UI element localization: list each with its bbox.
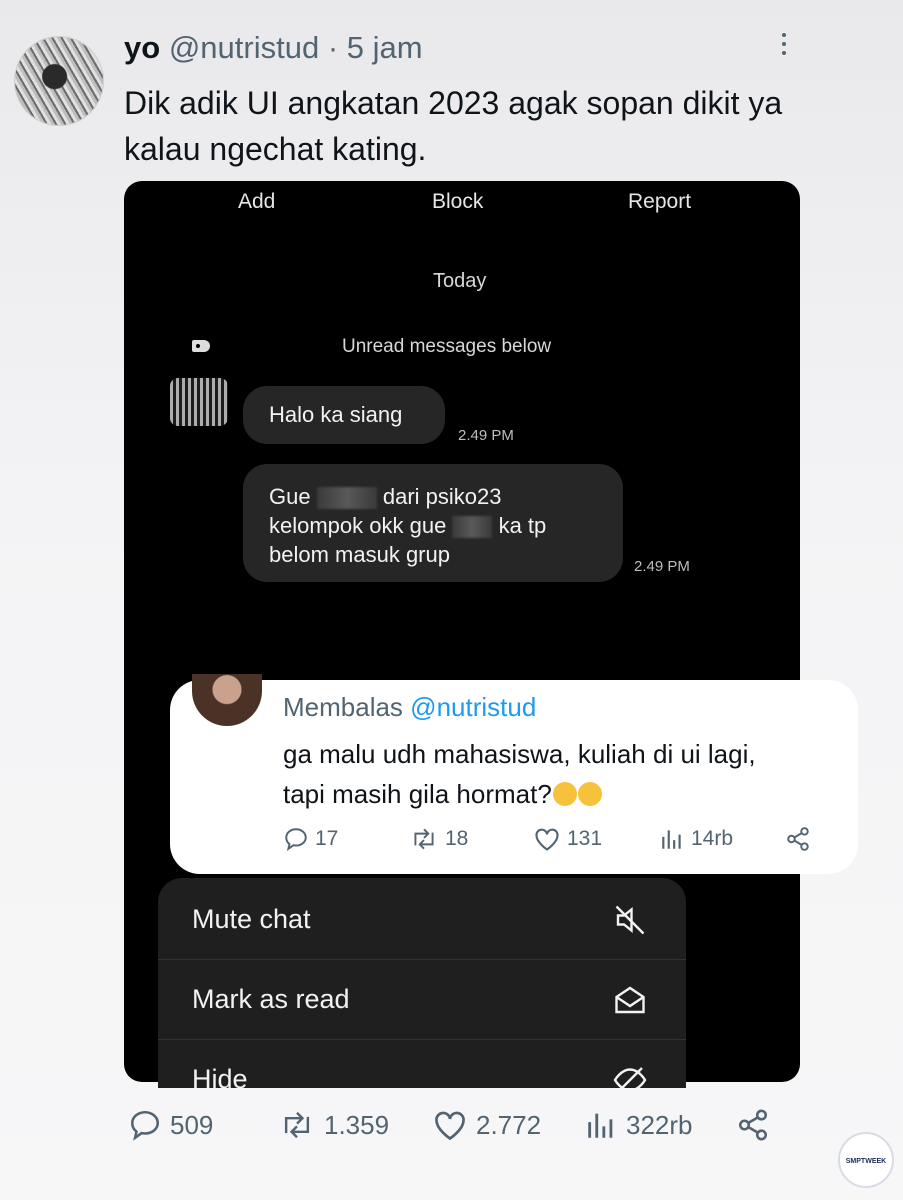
rofl-emoji-icon (552, 782, 577, 806)
share-icon (738, 1109, 768, 1141)
menu-item-hide: Hide (158, 1040, 686, 1088)
more-options-icon[interactable] (772, 28, 796, 68)
rofl-emoji-icon (577, 782, 602, 806)
like-count[interactable]: 131 (533, 826, 602, 852)
view-count-value: 14rb (691, 827, 734, 850)
header-separator: · (327, 30, 339, 65)
reply-icon (130, 1110, 160, 1141)
views-icon (662, 830, 681, 849)
like-count-value: 2.772 (476, 1109, 542, 1140)
repost-button[interactable]: 1.359 (278, 1108, 389, 1142)
message-text-part: Gue (269, 484, 311, 509)
reply-line: tapi masih gila hormat? (283, 779, 552, 809)
replying-to-mention[interactable]: @nutristud (410, 692, 536, 722)
message-text-part: kelompok okk gue (269, 513, 447, 538)
menu-item-mark-as-read: Mark as read (158, 960, 686, 1040)
reply-author-avatar[interactable] (192, 674, 262, 726)
hide-icon (613, 1067, 647, 1088)
repost-icon (284, 1111, 310, 1139)
views-button[interactable]: 322rb (584, 1108, 693, 1142)
block-button: Block (432, 190, 484, 213)
unread-label: Unread messages below (342, 336, 552, 357)
quoted-reply-card[interactable]: Membalas @nutristud ga malu udh mahasisw… (170, 674, 858, 874)
repost-count[interactable]: 18 (409, 826, 468, 852)
message-text-part: belom masuk grup (269, 542, 450, 567)
date-divider: Today (433, 270, 487, 292)
reply-count-value: 17 (315, 827, 339, 850)
message-time: 2.49 PM (458, 427, 514, 444)
repost-count-value: 1.359 (324, 1109, 390, 1140)
menu-item-mute-chat: Mute chat (158, 880, 686, 960)
envelope-open-icon (615, 986, 645, 1014)
message-bubble: Gue dari psiko23 kelompok okk gue ka tp … (243, 464, 623, 582)
replying-to-prefix: Membalas (283, 692, 403, 722)
tweet-time[interactable]: 5 jam (347, 30, 423, 65)
share-button[interactable] (736, 1108, 770, 1142)
reply-button[interactable]: 509 (128, 1108, 213, 1142)
share-button[interactable] (785, 826, 811, 852)
report-button: Report (628, 190, 692, 213)
mute-icon (615, 905, 645, 935)
like-count-value: 131 (567, 827, 603, 850)
menu-item-label: Mute chat (192, 904, 311, 934)
reply-text: ga malu udh mahasiswa, kuliah di ui lagi… (283, 734, 843, 814)
author-name[interactable]: yo (124, 30, 160, 65)
heart-icon (435, 1111, 465, 1141)
reply-icon (285, 828, 307, 852)
replying-to: Membalas @nutristud (283, 692, 536, 723)
views-icon (588, 1113, 613, 1138)
tag-icon (192, 340, 210, 352)
view-count[interactable]: 14rb (659, 826, 733, 852)
heart-icon (535, 828, 559, 851)
reply-count[interactable]: 17 (283, 826, 338, 852)
like-button[interactable]: 2.772 (432, 1108, 541, 1142)
repost-icon (414, 828, 434, 850)
tweet-actions: 509 1.359 2.772 322rb (0, 1108, 903, 1148)
share-icon (787, 827, 809, 851)
repost-count-value: 18 (445, 827, 469, 850)
message-text-part: dari psiko23 (382, 484, 502, 509)
tweet-header: yo @nutristud · 5 jam (124, 30, 423, 66)
view-count-value: 322rb (626, 1109, 693, 1140)
message-time: 2.49 PM (634, 558, 690, 575)
add-button: Add (238, 190, 276, 213)
author-avatar[interactable] (14, 36, 104, 126)
chat-actions-bar: Add Block Report (0, 190, 903, 220)
message-text-part: ka tp (498, 513, 547, 538)
reply-line: ga malu udh mahasiswa, kuliah di ui lagi… (283, 739, 756, 769)
sender-avatar (170, 378, 228, 426)
watermark-logo: SMPTWEEK (838, 1132, 894, 1188)
message-text: Halo ka siang (269, 402, 403, 427)
redacted-text (452, 516, 493, 539)
redacted-name (316, 487, 377, 510)
chat-context-menu: Mute chat Mark as read Hide (158, 878, 686, 1088)
menu-item-label: Hide (192, 1064, 248, 1088)
message-bubble: Halo ka siang (243, 386, 445, 444)
reply-count-value: 509 (170, 1109, 214, 1140)
menu-item-label: Mark as read (192, 984, 350, 1014)
reply-metrics: 17 18 131 14rb (283, 826, 813, 860)
tweet-text: Dik adik UI angkatan 2023 agak sopan dik… (124, 85, 783, 167)
author-handle[interactable]: @nutristud (169, 30, 319, 65)
